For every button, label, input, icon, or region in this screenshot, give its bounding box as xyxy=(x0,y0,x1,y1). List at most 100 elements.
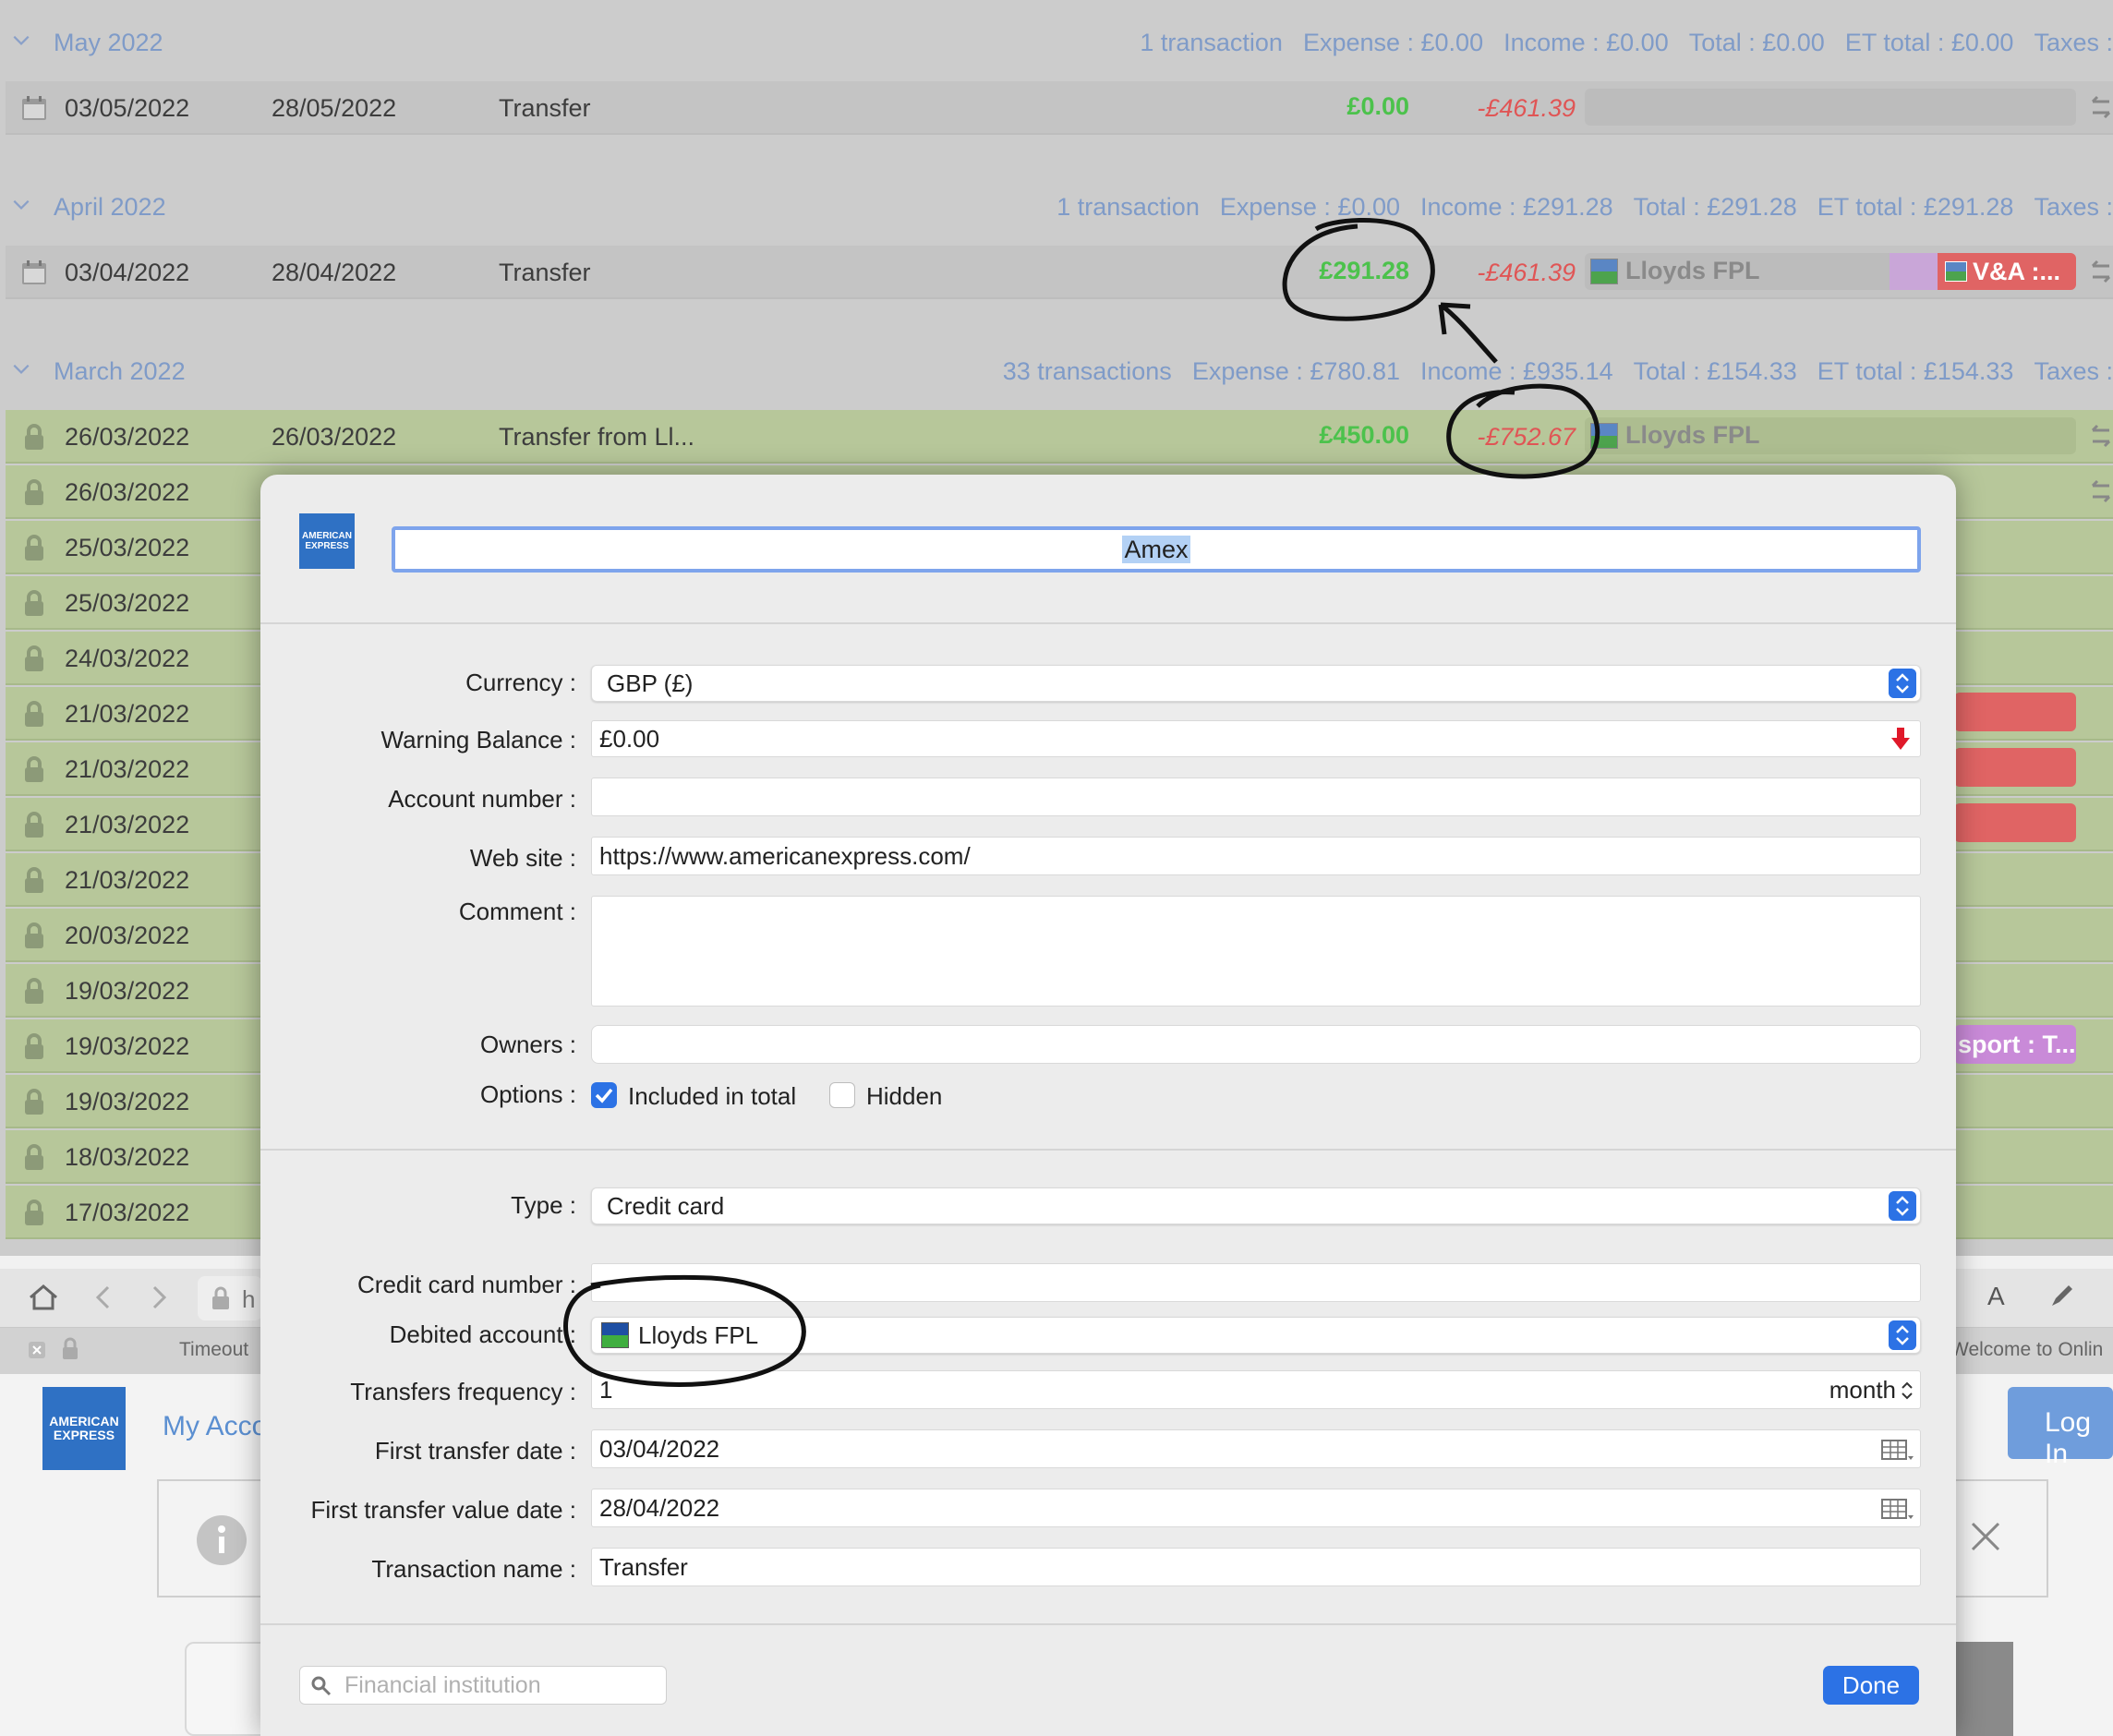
pencil-icon[interactable] xyxy=(2048,1282,2076,1309)
row-account-pill: Lloyds FPL V&A :... xyxy=(1585,253,2076,290)
row-value-date: 28/04/2022 xyxy=(272,259,397,286)
frequency-unit-select[interactable]: month xyxy=(1829,1376,1896,1404)
forward-icon[interactable] xyxy=(148,1284,170,1311)
lock-icon xyxy=(25,479,43,505)
lock-icon xyxy=(25,535,43,561)
row-date: 19/03/2022 xyxy=(65,977,190,1005)
included-in-total-checkbox[interactable] xyxy=(591,1082,617,1108)
web-site-field[interactable]: https://www.americanexpress.com/ xyxy=(591,837,1921,875)
row-amount: £291.28 xyxy=(1319,257,1409,284)
section-divider xyxy=(260,1623,1956,1625)
currency-select[interactable]: GBP (£) xyxy=(591,665,1921,702)
lock-icon xyxy=(25,701,43,727)
home-icon[interactable] xyxy=(28,1284,59,1311)
transfer-arrows-icon xyxy=(2091,424,2111,448)
hidden-checkbox[interactable] xyxy=(829,1082,855,1108)
dialog-header: AMERICAN EXPRESS Amex xyxy=(260,475,1956,624)
currency-value: GBP (£) xyxy=(607,669,694,697)
row-date: 19/03/2022 xyxy=(65,1032,190,1060)
row-description: Transfer xyxy=(499,94,591,122)
table-row[interactable]: 26/03/2022 26/03/2022 Transfer from Ll... £… xyxy=(6,410,2113,464)
table-row[interactable]: 03/05/2022 28/05/2022 Transfer £0.00 -£4… xyxy=(6,81,2113,135)
tab-timeout[interactable]: Timeout xyxy=(179,1339,248,1361)
row-tag xyxy=(1954,748,2076,787)
lock-icon xyxy=(25,590,43,616)
my-account-link[interactable]: My Acco xyxy=(163,1411,267,1442)
row-account-pill: Lloyds FPL xyxy=(1585,417,2076,454)
transfer-arrows-icon xyxy=(2091,259,2111,283)
group-summary: 1 transaction Expense : £0.00 Income : £29… xyxy=(1056,192,2113,221)
group-month: April 2022 xyxy=(54,192,166,221)
row-balance: -£461.39 xyxy=(1477,94,1576,122)
bank-flag-icon xyxy=(1590,258,1618,284)
row-account: Lloyds FPL xyxy=(1625,257,1760,284)
tab-welcome[interactable]: Welcome to Onlin xyxy=(1950,1339,2103,1361)
transaction-name-field[interactable]: Transfer xyxy=(591,1548,1921,1586)
address-bar[interactable]: h xyxy=(198,1276,262,1320)
credit-card-number-field[interactable] xyxy=(591,1263,1921,1302)
row-balance: -£461.39 xyxy=(1477,259,1576,286)
warning-balance-field[interactable]: £0.00 xyxy=(591,720,1921,757)
row-date: 25/03/2022 xyxy=(65,534,190,561)
transfers-frequency-field[interactable]: 1 month xyxy=(591,1370,1921,1409)
section-divider xyxy=(260,1149,1956,1151)
account-name-input[interactable]: Amex xyxy=(392,526,1921,573)
row-account: Lloyds FPL xyxy=(1625,421,1760,449)
owners-field[interactable] xyxy=(591,1025,1921,1064)
group-summary: 33 transactions Expense : £780.81 Income :… xyxy=(1002,356,2113,385)
row-value-date: 26/03/2022 xyxy=(272,423,397,451)
calendar-grid-icon[interactable] xyxy=(1881,1440,1914,1464)
amex-logo: AMERICAN EXPRESS xyxy=(42,1387,126,1470)
login-button[interactable]: Log In xyxy=(2008,1387,2113,1469)
type-select[interactable]: Credit card xyxy=(591,1187,1921,1224)
first-transfer-value-date-label: First transfer value date : xyxy=(310,1496,576,1524)
row-date: 21/03/2022 xyxy=(65,700,190,728)
checkmark-icon xyxy=(595,1088,613,1103)
comment-field[interactable] xyxy=(591,896,1921,1007)
close-tab-icon[interactable] xyxy=(28,1341,46,1359)
row-date: 21/03/2022 xyxy=(65,866,190,894)
bank-flag-icon xyxy=(601,1322,629,1348)
credit-card-number-label: Credit card number : xyxy=(357,1271,576,1298)
debited-account-label: Debited account : xyxy=(389,1320,576,1348)
group-header-may-2022[interactable]: May 2022 1 transaction Expense : £0.00 Inc… xyxy=(0,2,2113,83)
account-settings-dialog: AMERICAN EXPRESS Amex Currency : Warning … xyxy=(260,475,1956,1736)
lock-icon xyxy=(25,1144,43,1170)
lock-icon xyxy=(25,1200,43,1225)
font-size-button[interactable]: A xyxy=(1987,1282,2005,1311)
first-transfer-date-label: First transfer date : xyxy=(374,1437,576,1465)
debited-account-value: Lloyds FPL xyxy=(638,1320,759,1349)
amex-logo: AMERICAN EXPRESS xyxy=(299,513,355,569)
included-in-total-label[interactable]: Included in total xyxy=(628,1082,796,1111)
lock-icon xyxy=(25,922,43,948)
done-button[interactable]: Done xyxy=(1823,1666,1919,1705)
row-description: Transfer from Ll... xyxy=(499,423,695,451)
lock-icon xyxy=(25,1033,43,1059)
debited-account-select[interactable]: Lloyds FPL xyxy=(591,1317,1921,1354)
lock-icon xyxy=(212,1286,229,1309)
category-segment xyxy=(1890,253,1945,290)
financial-institution-search[interactable]: Financial institution xyxy=(299,1666,667,1705)
account-number-field[interactable] xyxy=(591,778,1921,816)
calendar-grid-icon[interactable] xyxy=(1881,1499,1914,1523)
lock-icon xyxy=(25,645,43,671)
row-date: 03/05/2022 xyxy=(65,94,190,122)
close-icon[interactable] xyxy=(1969,1520,2002,1553)
chevron-down-icon[interactable] xyxy=(11,30,31,50)
first-transfer-date-field[interactable]: 03/04/2022 xyxy=(591,1429,1921,1468)
lock-icon xyxy=(25,867,43,893)
row-date: 19/03/2022 xyxy=(65,1088,190,1115)
chevron-down-icon[interactable] xyxy=(11,194,31,214)
first-transfer-value-date-field[interactable]: 28/04/2022 xyxy=(591,1489,1921,1527)
hidden-label[interactable]: Hidden xyxy=(866,1082,942,1111)
chevron-down-icon[interactable] xyxy=(11,358,31,379)
arrow-down-icon xyxy=(1891,728,1910,750)
up-down-chevron-icon[interactable] xyxy=(1900,1380,1914,1401)
lock-icon xyxy=(25,812,43,838)
group-header-april-2022[interactable]: April 2022 1 transaction Expense : £0.00 I… xyxy=(0,166,2113,247)
group-header-march-2022[interactable]: March 2022 33 transactions Expense : £780… xyxy=(0,331,2113,412)
row-date: 03/04/2022 xyxy=(65,259,190,286)
back-icon[interactable] xyxy=(92,1284,115,1311)
row-date: 21/03/2022 xyxy=(65,755,190,783)
table-row[interactable]: 03/04/2022 28/04/2022 Transfer £291.28 -… xyxy=(6,246,2113,299)
